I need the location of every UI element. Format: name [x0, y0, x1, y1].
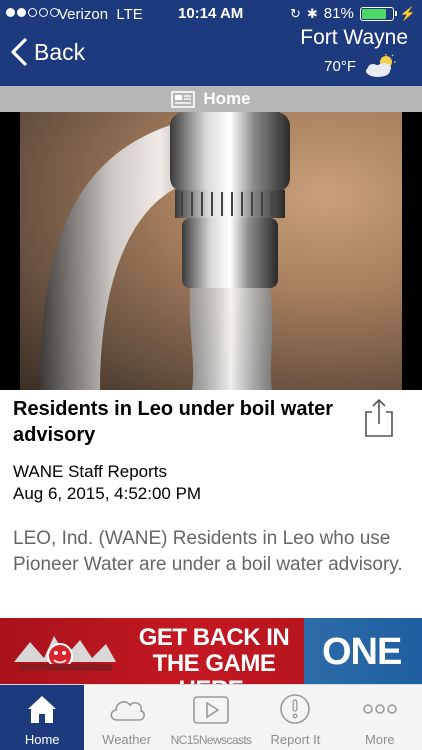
article-byline: WANE Staff Reports Aug 6, 2015, 4:52:00 …: [13, 461, 201, 505]
back-label: Back: [34, 38, 86, 65]
status-right: ↻ ✱ 81% ⚡: [290, 5, 416, 22]
tab-bar: Home Weather NC15Newscasts Report It Mor…: [0, 684, 422, 750]
status-bar: Verizon LTE 10:14 AM ↻ ✱ 81% ⚡: [0, 0, 422, 28]
ad-headline: GET BACK IN THE GAME HERE.: [138, 624, 290, 685]
home-icon: [28, 696, 57, 723]
chevron-left-icon: [11, 38, 27, 66]
tab-newscasts[interactable]: NC15Newscasts: [169, 685, 253, 750]
back-button[interactable]: Back: [10, 38, 85, 66]
cloud-icon: [110, 701, 145, 721]
current-weather[interactable]: 70°F: [324, 54, 398, 78]
faucet-photo: [20, 112, 402, 390]
ad-banner[interactable]: GET BACK IN THE GAME HERE. ONE: [0, 618, 422, 684]
charging-icon: ⚡: [399, 5, 416, 21]
article-body: LEO, Ind. (WANE) Residents in Leo who us…: [13, 528, 403, 575]
city-name[interactable]: Fort Wayne: [300, 26, 408, 50]
bluetooth-icon: ✱: [306, 5, 318, 21]
tab-label: NC15Newscasts: [170, 733, 253, 747]
article-headline[interactable]: Residents in Leo under boil water adviso…: [13, 396, 353, 448]
tab-weather[interactable]: Weather: [84, 685, 168, 750]
article-image[interactable]: [0, 112, 422, 390]
navigation-header: Verizon LTE 10:14 AM ↻ ✱ 81% ⚡ Back Fort…: [0, 0, 422, 86]
play-icon: [193, 696, 229, 724]
tab-home[interactable]: Home: [0, 685, 85, 750]
team-logo-icon: [14, 636, 116, 671]
battery-icon: [359, 6, 397, 21]
partly-cloudy-icon: [366, 54, 396, 77]
more-icon: [363, 704, 397, 714]
article-date: Aug 6, 2015, 4:52:00 PM: [13, 484, 202, 503]
tab-label: More: [365, 732, 395, 747]
ad-brand: ONE: [322, 631, 402, 673]
battery-percent: 81%: [323, 5, 354, 22]
article-author: WANE Staff Reports: [13, 462, 167, 481]
signal-strength-icon: [6, 8, 59, 17]
alert-icon: [280, 694, 311, 724]
share-icon[interactable]: [364, 398, 394, 438]
rotation-lock-icon: ↻: [289, 5, 301, 21]
carrier-label: Verizon LTE: [58, 6, 143, 23]
temperature: 70°F: [324, 57, 356, 75]
article-content: Residents in Leo under boil water adviso…: [0, 390, 422, 618]
section-title-bar: Home: [0, 86, 422, 112]
section-title: Home: [203, 89, 251, 108]
tab-label: Weather: [102, 732, 152, 747]
tab-label: Home: [24, 732, 60, 747]
newspaper-icon: [171, 90, 196, 108]
tab-report-it[interactable]: Report It: [253, 685, 337, 750]
status-time: 10:14 AM: [178, 5, 244, 22]
tab-label: Report It: [270, 732, 321, 747]
tab-more[interactable]: More: [338, 685, 422, 750]
